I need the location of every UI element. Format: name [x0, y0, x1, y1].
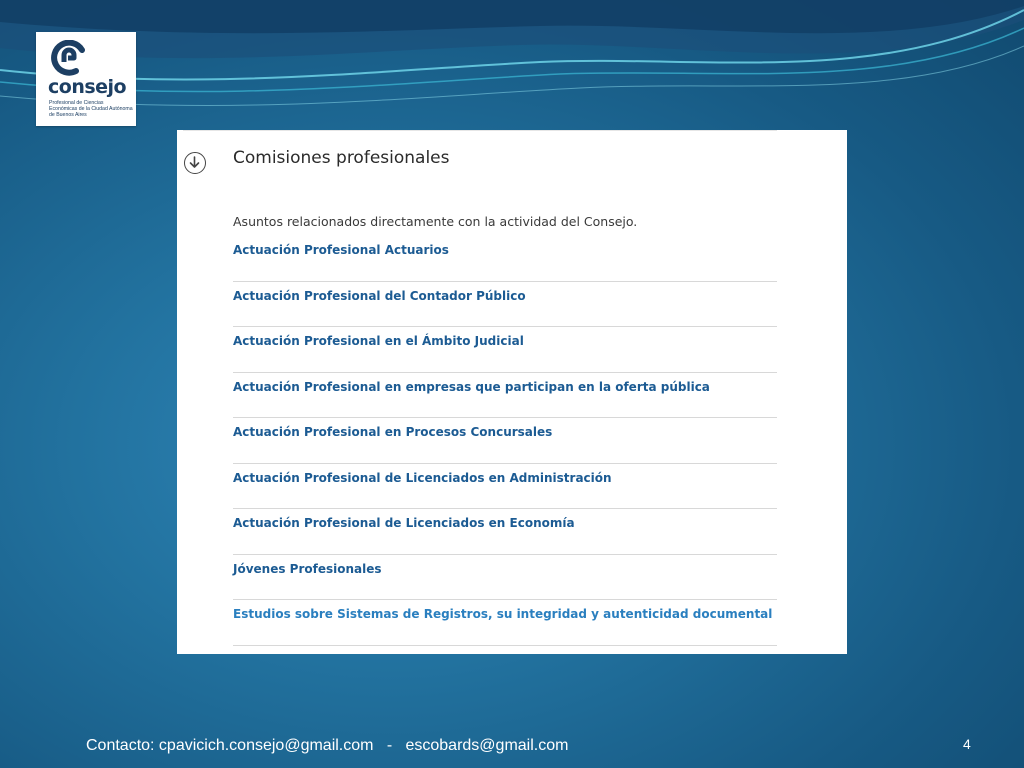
commission-link-list: Actuación Profesional Actuarios Actuació…	[233, 236, 777, 646]
list-item: Actuación Profesional de Licenciados en …	[233, 509, 777, 555]
commission-link[interactable]: Jóvenes Profesionales	[233, 562, 382, 576]
list-item: Actuación Profesional del Contador Públi…	[233, 282, 777, 327]
footer-contact: Contacto: cpavicich.consejo@gmail.com - …	[86, 737, 569, 754]
consejo-logo: consejo Profesional de Ciencias Económic…	[36, 32, 136, 126]
list-item: Actuación Profesional Actuarios	[233, 236, 777, 282]
commission-link[interactable]: Actuación Profesional Actuarios	[233, 243, 449, 257]
arrow-down-circle-icon[interactable]	[184, 152, 206, 174]
list-item: Estudios sobre Sistemas de Registros, su…	[233, 600, 777, 646]
commission-link[interactable]: Actuación Profesional en Procesos Concur…	[233, 425, 552, 439]
list-item: Actuación Profesional de Licenciados en …	[233, 464, 777, 509]
logo-wordmark: consejo	[48, 76, 127, 98]
commission-link[interactable]: Actuación Profesional de Licenciados en …	[233, 471, 612, 485]
list-item: Jóvenes Profesionales	[233, 555, 777, 600]
commission-link[interactable]: Actuación Profesional en el Ámbito Judic…	[233, 334, 524, 348]
panel-description: Asuntos relacionados directamente con la…	[233, 214, 638, 229]
commission-link[interactable]: Estudios sobre Sistemas de Registros, su…	[233, 607, 772, 621]
commission-link[interactable]: Actuación Profesional de Licenciados en …	[233, 516, 575, 530]
header-wave-decoration	[0, 0, 1024, 107]
list-item: Actuación Profesional en Procesos Concur…	[233, 418, 777, 464]
screenshot-panel: Comisiones profesionales Asuntos relacio…	[177, 130, 847, 654]
logo-subtitle: Profesional de Ciencias Económicas de la…	[49, 100, 133, 118]
commission-link[interactable]: Actuación Profesional del Contador Públi…	[233, 289, 526, 303]
consejo-logo-icon	[51, 40, 85, 76]
commission-link[interactable]: Actuación Profesional en empresas que pa…	[233, 380, 710, 394]
panel-divider	[183, 130, 777, 131]
list-item: Actuación Profesional en empresas que pa…	[233, 373, 777, 418]
panel-title: Comisiones profesionales	[233, 148, 450, 168]
slide-number: 4	[963, 736, 971, 752]
list-item: Actuación Profesional en el Ámbito Judic…	[233, 327, 777, 373]
